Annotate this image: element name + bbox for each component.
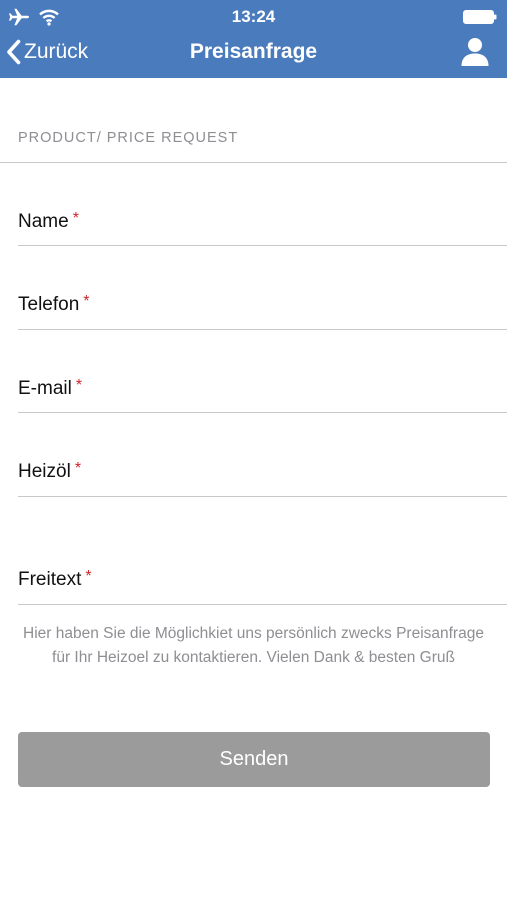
- status-time: 13:24: [231, 7, 276, 26]
- help-text: Hier haben Sie die Möglichkiet uns persö…: [23, 625, 484, 666]
- name-label: Name: [18, 211, 69, 232]
- field-underline: [18, 245, 507, 246]
- telefon-field[interactable]: Telefon *: [18, 292, 507, 330]
- required-marker: *: [83, 293, 90, 310]
- name-field[interactable]: Name *: [18, 209, 507, 246]
- page-title: Preisanfrage: [189, 40, 318, 63]
- send-button[interactable]: Senden: [18, 732, 490, 787]
- field-underline: [18, 329, 507, 330]
- email-label: E-mail: [18, 378, 72, 399]
- field-underline: [18, 604, 507, 605]
- field-underline: [18, 412, 507, 413]
- navigation-bar: Zurück Preisanfrage: [0, 30, 507, 74]
- required-marker: *: [85, 568, 92, 585]
- screen: 13:24 Zurück Preisanfrage PRODUCT/ PRICE…: [0, 0, 507, 900]
- heizoel-label: Heizöl: [18, 461, 71, 482]
- user-icon: [461, 38, 489, 66]
- telefon-label: Telefon: [18, 294, 80, 315]
- freitext-label: Freitext: [18, 569, 82, 590]
- required-marker: *: [74, 460, 82, 477]
- battery-icon: [463, 10, 497, 24]
- email-field[interactable]: E-mail *: [18, 376, 507, 413]
- required-marker: *: [75, 377, 83, 394]
- required-marker: *: [72, 210, 79, 227]
- section-divider: [0, 162, 507, 163]
- field-underline: [18, 496, 507, 497]
- user-button[interactable]: [459, 35, 491, 67]
- freitext-field[interactable]: Freitext *: [18, 567, 507, 605]
- top-bar: 13:24 Zurück Preisanfrage: [0, 0, 507, 78]
- section-header: PRODUCT/ PRICE REQUEST: [18, 130, 239, 146]
- status-bar: 13:24: [0, 0, 507, 34]
- heizoel-field[interactable]: Heizöl *: [18, 459, 507, 497]
